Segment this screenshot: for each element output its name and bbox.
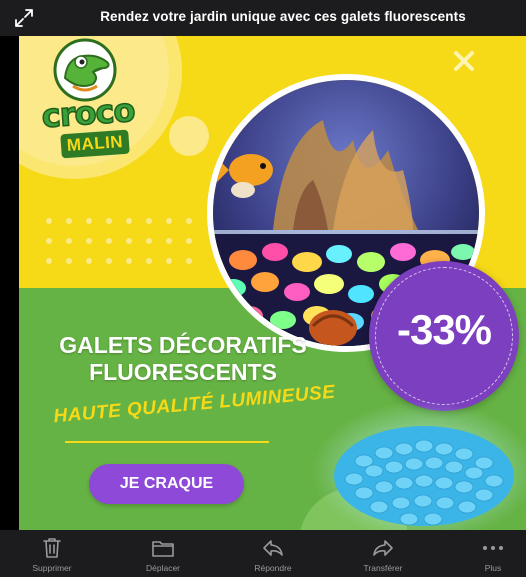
bottom-toolbar: Supprimer Déplacer Répondre Transférer P… xyxy=(0,530,526,577)
discount-badge: -33% xyxy=(369,261,519,411)
message-title: Rendez votre jardin unique avec ces gale… xyxy=(100,9,466,24)
delete-label: Supprimer xyxy=(32,563,72,573)
more-label: Plus xyxy=(484,563,502,573)
forward-label: Transférer xyxy=(363,563,403,573)
sparkle-icon xyxy=(454,51,474,71)
headline-line-1: GALETS DÉCORATIFS xyxy=(59,332,307,358)
image-viewer: croco MALIN -33% GALETS DÉCORATIFS FLUOR… xyxy=(0,36,526,530)
reply-label: Répondre xyxy=(254,563,292,573)
more-button[interactable]: Plus xyxy=(448,530,526,577)
ad-image: croco MALIN -33% GALETS DÉCORATIFS FLUOR… xyxy=(19,36,526,530)
move-button[interactable]: Déplacer xyxy=(118,530,208,577)
forward-button[interactable]: Transférer xyxy=(338,530,428,577)
blue-pebbles-image xyxy=(312,401,526,530)
forward-icon xyxy=(373,540,393,556)
expand-arrows-icon[interactable] xyxy=(14,8,34,28)
more-icon xyxy=(483,546,503,550)
delete-button[interactable]: Supprimer xyxy=(7,530,97,577)
decor-dot-grid xyxy=(46,218,192,264)
trash-icon xyxy=(43,538,61,558)
product-headline: GALETS DÉCORATIFS FLUORESCENTS xyxy=(33,332,333,386)
move-label: Déplacer xyxy=(145,563,181,573)
divider-line xyxy=(65,441,269,443)
discount-value: -33% xyxy=(396,306,492,353)
brand-name-malin: MALIN xyxy=(60,129,130,159)
top-bar: Rendez votre jardin unique avec ces gale… xyxy=(0,0,526,36)
folder-icon xyxy=(152,541,174,557)
je-craque-button[interactable]: JE CRAQUE xyxy=(89,464,244,504)
reply-button[interactable]: Répondre xyxy=(228,530,318,577)
reply-icon xyxy=(263,540,283,556)
decor-dot xyxy=(169,116,209,156)
headline-line-2: FLUORESCENTS xyxy=(89,359,277,385)
brand-name-malin-text: MALIN xyxy=(66,132,124,155)
